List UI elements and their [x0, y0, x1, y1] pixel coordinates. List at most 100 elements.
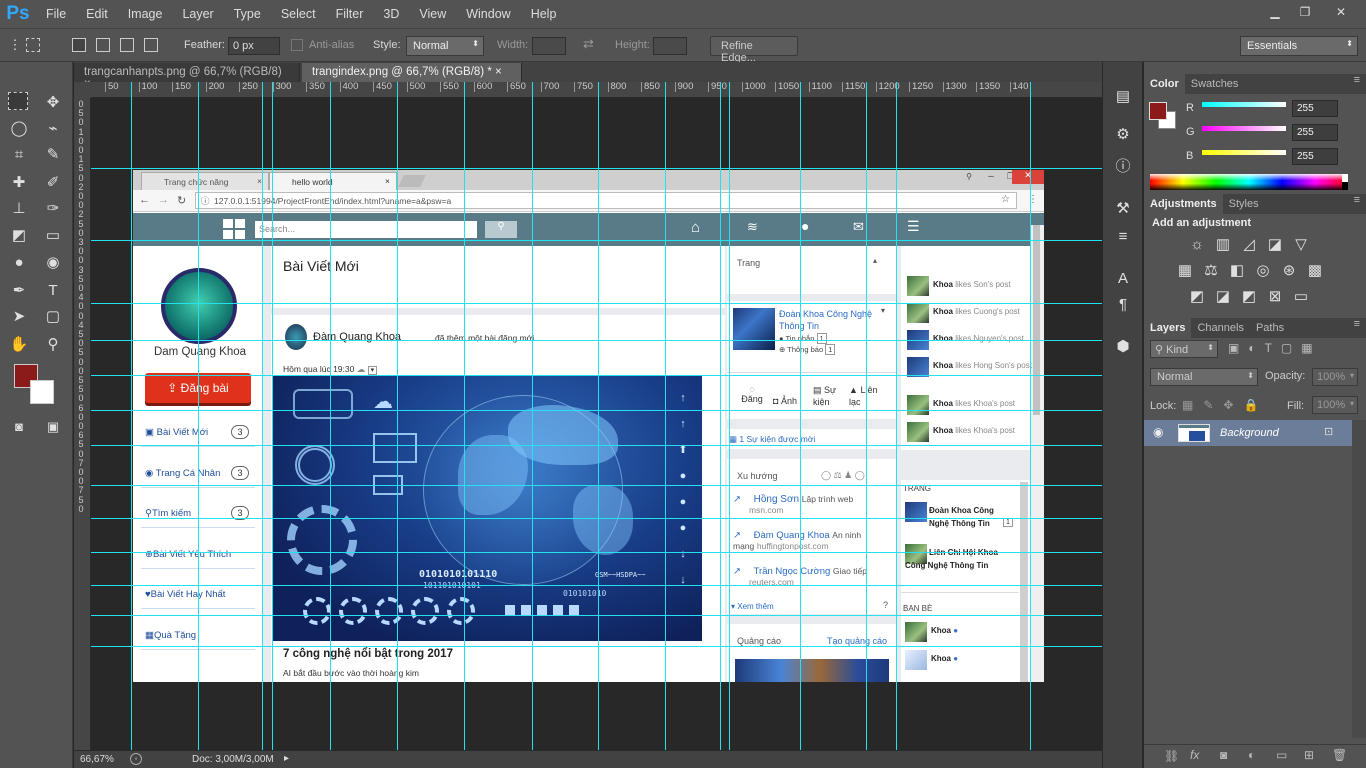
- menu-file[interactable]: File: [36, 0, 76, 28]
- post-image[interactable]: ☁ ↑↑⬆●●●↓↓ 0101010101110 101101010101 GS…: [273, 375, 702, 641]
- rect-marquee-icon[interactable]: [8, 92, 28, 110]
- spectrum-white-chip[interactable]: [1342, 174, 1348, 182]
- settings-sliders-icon[interactable]: ☰: [907, 218, 920, 235]
- horizontal-guide[interactable]: [91, 375, 1102, 376]
- sidebar-item-profile[interactable]: ◉ Trang Cá Nhân 3: [145, 466, 255, 482]
- browser-tab-1[interactable]: Trang chức năng ×: [141, 172, 269, 190]
- vertical-guide[interactable]: [330, 82, 331, 750]
- foreground-color-chip[interactable]: [1149, 102, 1167, 120]
- antialias-checkbox[interactable]: [291, 39, 303, 51]
- gradient-map-icon[interactable]: ▭: [1292, 288, 1310, 306]
- panel-menu-icon[interactable]: ≡: [1354, 194, 1360, 206]
- activity-scrollbar[interactable]: [1020, 482, 1028, 682]
- brush-icon[interactable]: ✐: [42, 172, 64, 194]
- friend-item[interactable]: Khoa ●: [905, 648, 1015, 672]
- zoom-icon[interactable]: ⚲: [42, 334, 64, 356]
- r-value[interactable]: 255: [1292, 100, 1338, 117]
- quick-mask-icon[interactable]: ◙: [8, 416, 30, 438]
- action-photo[interactable]: ◘ Ảnh: [773, 396, 797, 406]
- page-dropdown-icon[interactable]: ▾: [881, 306, 885, 315]
- post-menu-dropdown[interactable]: ▾: [367, 366, 378, 375]
- forward-icon[interactable]: →: [158, 194, 169, 206]
- b-slider[interactable]: [1202, 150, 1286, 155]
- menu-type[interactable]: Type: [224, 0, 271, 28]
- site-search-button[interactable]: ⚲: [485, 221, 517, 238]
- opacity-input[interactable]: 100% ▾: [1312, 368, 1358, 386]
- browser-user-icon[interactable]: ⚲: [959, 172, 979, 184]
- type-icon[interactable]: T: [42, 280, 64, 302]
- vibrance-icon[interactable]: ▽: [1292, 236, 1310, 254]
- menu-3d[interactable]: 3D: [373, 0, 409, 28]
- back-icon[interactable]: ←: [139, 194, 150, 206]
- menu-edit[interactable]: Edit: [76, 0, 118, 28]
- dodge-icon[interactable]: ◉: [42, 252, 64, 274]
- curves-icon[interactable]: ◿: [1240, 236, 1258, 254]
- mail-icon[interactable]: ✉: [853, 219, 864, 235]
- info-icon[interactable]: ⓘ: [1112, 156, 1134, 178]
- home-icon[interactable]: ⌂: [691, 219, 700, 236]
- create-ad-link[interactable]: Tạo quảng cáo: [827, 636, 887, 646]
- new-selection-icon[interactable]: [72, 38, 86, 52]
- profile-name[interactable]: Dam Quang Khoa: [143, 346, 257, 358]
- horizontal-guide[interactable]: [91, 168, 1102, 169]
- page-thumb[interactable]: [733, 308, 775, 350]
- horizontal-guide[interactable]: [91, 445, 1102, 446]
- tab-layers[interactable]: Layers: [1144, 318, 1192, 338]
- add-mask-icon[interactable]: ◙: [1220, 748, 1227, 762]
- tool-presets-icon[interactable]: ⚒: [1112, 198, 1134, 220]
- browser-minimize-icon[interactable]: –: [981, 171, 1001, 184]
- refine-edge-button[interactable]: Refine Edge...: [710, 36, 798, 64]
- stamp-icon[interactable]: ⊥: [8, 198, 30, 220]
- trending-item[interactable]: ↗ Hồng Sơn Lập trình web msn.com: [733, 494, 883, 516]
- layer-name[interactable]: Background: [1220, 427, 1279, 439]
- history-icon[interactable]: ▤: [1112, 86, 1134, 108]
- b-value[interactable]: 255: [1292, 148, 1338, 165]
- bookmark-star-icon[interactable]: ☆: [1001, 194, 1010, 205]
- vertical-guide[interactable]: [665, 82, 666, 750]
- vertical-guide[interactable]: [866, 82, 867, 750]
- events-link[interactable]: ▦ 1 Sự kiện được mời: [729, 434, 815, 445]
- horizontal-guide[interactable]: [91, 485, 1102, 486]
- sidebar-item-best[interactable]: ♥Bài Viết Hay Nhất: [145, 589, 255, 603]
- menu-select[interactable]: Select: [271, 0, 326, 28]
- tab-swatches[interactable]: Swatches: [1185, 74, 1245, 94]
- gradient-icon[interactable]: ▭: [42, 225, 64, 247]
- paragraph-icon[interactable]: ¶: [1112, 294, 1134, 316]
- close-tab-icon[interactable]: ×: [385, 176, 390, 186]
- character-icon[interactable]: A: [1112, 268, 1134, 290]
- screen-mode-icon[interactable]: ▣: [42, 416, 64, 438]
- sidebar-item-gifts[interactable]: ▦Quà Tặng: [145, 630, 255, 644]
- hand-icon[interactable]: ✋: [8, 334, 30, 356]
- vertical-guide[interactable]: [720, 82, 721, 750]
- tab-adjustments[interactable]: Adjustments: [1144, 194, 1223, 214]
- color-lookup-icon[interactable]: ▩: [1306, 262, 1324, 280]
- vertical-guide[interactable]: [532, 82, 533, 750]
- horizontal-guide[interactable]: [91, 518, 1102, 519]
- tab-color[interactable]: Color: [1144, 74, 1185, 94]
- add-selection-icon[interactable]: [96, 38, 110, 52]
- swap-icon[interactable]: ⇄: [583, 36, 594, 52]
- vertical-guide[interactable]: [272, 82, 273, 750]
- healing-icon[interactable]: ✚: [8, 172, 30, 194]
- history-brush-icon[interactable]: ✑: [42, 198, 64, 220]
- width-input[interactable]: [532, 37, 566, 55]
- delete-layer-icon[interactable]: 🗑: [1332, 748, 1347, 762]
- activity-item[interactable]: Khoa likes Khoa's post: [907, 393, 1035, 417]
- post-author[interactable]: Đàm Quang Khoa: [313, 331, 401, 343]
- exposure-icon[interactable]: ◪: [1266, 236, 1284, 254]
- levels-icon[interactable]: ▥: [1214, 236, 1232, 254]
- g-value[interactable]: 255: [1292, 124, 1338, 141]
- feather-input[interactable]: 0 px: [228, 37, 280, 55]
- activity-item[interactable]: Khoa likes Son's post: [907, 274, 1035, 298]
- horizontal-guide[interactable]: [91, 615, 1102, 616]
- post-title[interactable]: 7 công nghệ nổi bật trong 2017: [283, 648, 453, 660]
- url-bar[interactable]: ⓘ 127.0.0.1:51994/ProjectFrontEnd/index.h…: [195, 192, 1017, 209]
- menu-filter[interactable]: Filter: [326, 0, 374, 28]
- threshold-icon[interactable]: ◩: [1240, 288, 1258, 306]
- vertical-guide[interactable]: [464, 82, 465, 750]
- eyedropper-icon[interactable]: ✎: [42, 144, 64, 166]
- tab-trangindex[interactable]: trangindex.png @ 66,7% (RGB/8) * ×: [302, 63, 522, 82]
- minimize-button[interactable]: ▁: [1262, 3, 1288, 21]
- page-name[interactable]: Đoàn Khoa Công Nghệ Thông Tin: [779, 308, 879, 332]
- activity-item[interactable]: Khoa likes Cuong's post: [907, 301, 1035, 325]
